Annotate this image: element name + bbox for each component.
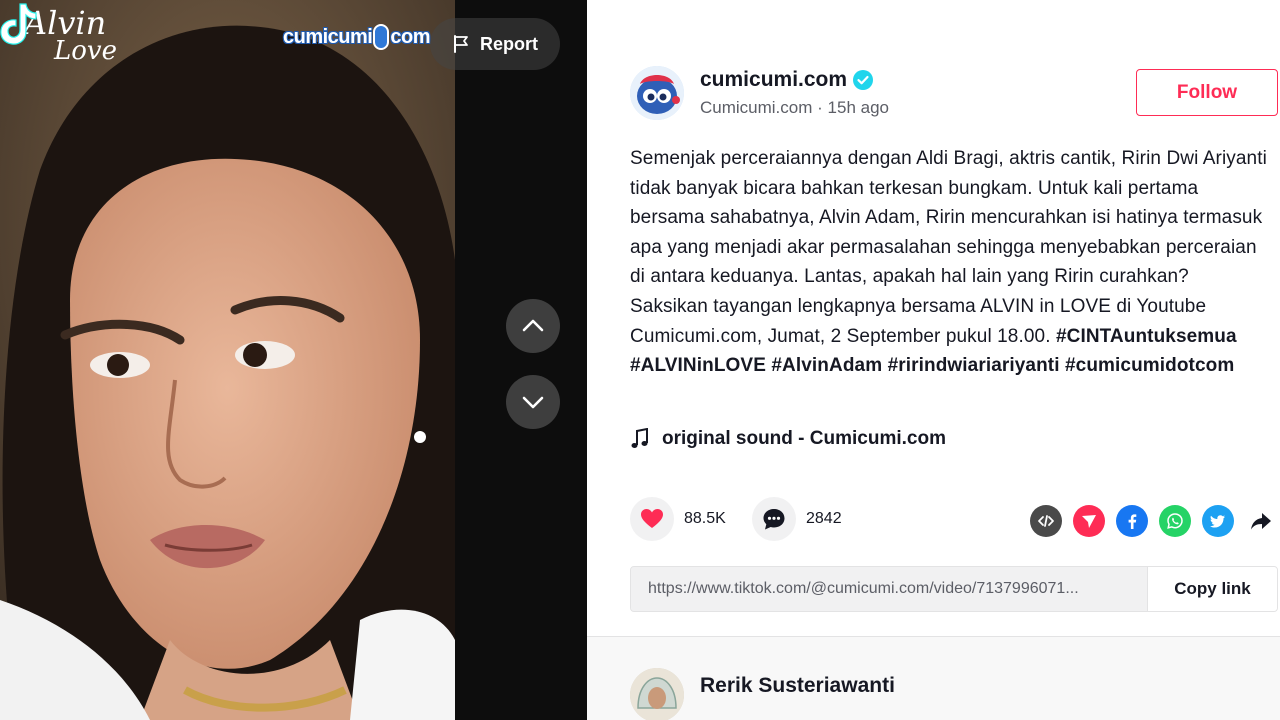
heart-icon	[641, 509, 663, 528]
author-display-name: Cumicumi.com	[700, 98, 813, 117]
video-side-area	[455, 0, 587, 720]
posted-time: 15h ago	[827, 98, 889, 117]
hashtag-link[interactable]: #cumicumidotcom	[1065, 355, 1234, 376]
facebook-icon[interactable]	[1116, 505, 1148, 537]
hashtag-link[interactable]: #ALVINinLOVE	[630, 355, 766, 376]
report-button[interactable]: Report	[430, 18, 560, 70]
send-icon[interactable]	[1073, 505, 1105, 537]
tiktok-logo-icon	[0, 3, 37, 45]
video-caption: Semenjak perceraiannya dengan Aldi Bragi…	[630, 144, 1270, 381]
verified-badge-icon	[853, 70, 874, 90]
chevron-down-icon	[522, 396, 544, 409]
video-details-panel: cumicumi.com Cumicumi.com · 15h ago Foll…	[587, 0, 1280, 720]
music-link[interactable]: original sound - Cumicumi.com	[630, 428, 946, 450]
commenter-photo-icon	[630, 668, 684, 720]
author-username[interactable]: cumicumi.com	[700, 68, 874, 92]
follow-button[interactable]: Follow	[1136, 69, 1278, 116]
comments-section	[587, 637, 1280, 720]
comment-button[interactable]	[752, 497, 796, 541]
video-frame[interactable]: Alvin Love cumicumi com	[0, 0, 455, 720]
hashtag-link[interactable]: #AlvinAdam	[771, 355, 882, 376]
previous-video-button[interactable]	[506, 299, 560, 353]
next-video-button[interactable]	[506, 375, 560, 429]
cumicumi-mascot-icon	[630, 66, 684, 120]
author-meta: Cumicumi.com · 15h ago	[700, 98, 889, 118]
comment-author-name[interactable]: Rerik Susteriawanti	[700, 674, 895, 698]
meta-separator: ·	[817, 98, 823, 117]
embed-icon[interactable]	[1030, 505, 1062, 537]
share-row	[1030, 505, 1277, 537]
video-still-image	[0, 0, 455, 720]
copy-link-button[interactable]: Copy link	[1147, 567, 1277, 611]
share-arrow-icon[interactable]	[1245, 505, 1277, 537]
report-label: Report	[480, 33, 538, 54]
like-button[interactable]	[630, 497, 674, 541]
comment-stat: 2842	[752, 497, 842, 541]
hashtag-link[interactable]: #CINTAuntuksemua	[1056, 326, 1237, 347]
music-label[interactable]: original sound - Cumicumi.com	[662, 428, 946, 450]
hashtag-link[interactable]: #ririndwiariariyanti	[888, 355, 1060, 376]
video-player[interactable]: Alvin Love cumicumi com Report	[0, 0, 587, 720]
brand-logo-mascot-icon	[373, 24, 390, 50]
commenter-avatar[interactable]	[630, 668, 684, 720]
comment-count: 2842	[806, 510, 842, 527]
comment-bubble-icon	[763, 509, 785, 530]
author-avatar[interactable]	[630, 66, 684, 120]
caption-text: Semenjak perceraiannya dengan Aldi Bragi…	[630, 148, 1267, 347]
copy-link-box: https://www.tiktok.com/@cumicumi.com/vid…	[630, 566, 1278, 612]
brand-watermark-logo: cumicumi com	[283, 20, 430, 54]
twitter-icon[interactable]	[1202, 505, 1234, 537]
like-stat: 88.5K	[630, 497, 726, 541]
flag-icon	[454, 35, 468, 53]
video-link-field[interactable]: https://www.tiktok.com/@cumicumi.com/vid…	[631, 567, 1147, 611]
whatsapp-icon[interactable]	[1159, 505, 1191, 537]
music-note-icon	[631, 428, 648, 448]
like-count: 88.5K	[684, 510, 726, 527]
chevron-up-icon	[522, 319, 544, 332]
